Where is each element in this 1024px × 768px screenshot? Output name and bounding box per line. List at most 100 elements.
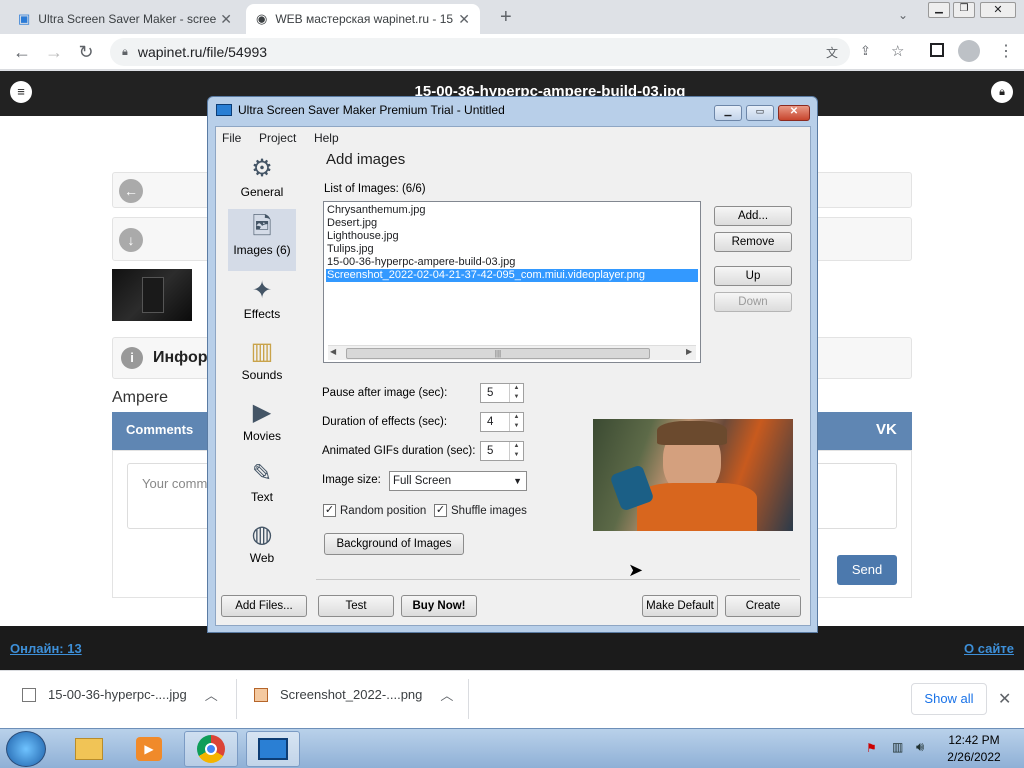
clock[interactable]: 12:42 PM 2/26/2022: [944, 733, 1004, 764]
sidebar-item-general[interactable]: ⚙ General: [228, 151, 296, 209]
eye-icon: ◉: [256, 11, 268, 26]
list-item[interactable]: Desert.jpg: [326, 217, 698, 230]
send-button[interactable]: Send: [837, 555, 897, 585]
forward-icon[interactable]: →: [42, 40, 66, 64]
media-player-icon[interactable]: ▶: [122, 731, 176, 767]
reload-icon[interactable]: ↻: [74, 40, 98, 64]
address-bar[interactable]: 🔒︎ wapinet.ru/file/54993: [110, 38, 850, 66]
side-panel-icon[interactable]: [930, 43, 944, 57]
menu-file[interactable]: File: [222, 131, 241, 145]
download-item-1[interactable]: 15-00-36-hyperpc-....jpg ︿: [22, 685, 218, 704]
background-of-images-button[interactable]: Background of Images: [324, 533, 464, 555]
spinner-arrows-icon[interactable]: ▲ ▼: [509, 384, 523, 402]
explorer-icon[interactable]: [62, 731, 116, 767]
menu-bar: File Project Help: [222, 130, 353, 145]
list-item[interactable]: Screenshot_2022-02-04-21-37-42-095_com.m…: [326, 269, 698, 282]
buy-now-button[interactable]: Buy Now!: [401, 595, 477, 617]
menu-kebab-icon[interactable]: ⋮: [998, 41, 1014, 61]
sidebar-item-web[interactable]: ◍ Web: [228, 517, 296, 575]
up-button[interactable]: Up: [714, 266, 792, 286]
minimize-button[interactable]: ▁: [714, 105, 742, 121]
list-item[interactable]: Lighthouse.jpg: [326, 230, 698, 243]
menu-help[interactable]: Help: [314, 131, 339, 145]
sidebar-item-sounds[interactable]: ▥ Sounds: [228, 334, 296, 392]
spinner-arrows-icon[interactable]: ▲ ▼: [509, 442, 523, 460]
tab-wapinet[interactable]: ◉ WEB мастерская wapinet.ru - 15 ✕: [246, 4, 480, 34]
bookmark-star-icon[interactable]: ☆: [891, 42, 904, 60]
chrome-icon[interactable]: [184, 731, 238, 767]
list-item[interactable]: Tulips.jpg: [326, 243, 698, 256]
app-window: Ultra Screen Saver Maker Premium Trial -…: [207, 96, 818, 633]
browser-toolbar: ← → ↻ 🔒︎ wapinet.ru/file/54993 文 ⇪ ☆ ⋮: [0, 34, 1024, 70]
info-heading: Инфор: [153, 349, 208, 366]
screensaver-app-icon[interactable]: [246, 731, 300, 767]
add-button[interactable]: Add...: [714, 206, 792, 226]
images-listbox[interactable]: Chrysanthemum.jpg Desert.jpg Lighthouse.jp…: [323, 201, 701, 363]
scroll-right-icon[interactable]: ▶: [686, 347, 692, 356]
vk-icon[interactable]: VK: [876, 421, 897, 438]
list-item[interactable]: 15-00-36-hyperpc-ampere-build-03.jpg: [326, 256, 698, 269]
close-button[interactable]: ✕: [778, 105, 810, 121]
file-thumbnail[interactable]: [112, 269, 192, 321]
hamburger-menu-icon[interactable]: ≡: [10, 81, 32, 103]
tab-ultra-screen-saver[interactable]: ▣ Ultra Screen Saver Maker - scree ✕: [8, 4, 242, 34]
random-position-checkbox[interactable]: ✓ Random position: [323, 504, 426, 517]
back-icon[interactable]: ←: [10, 40, 34, 64]
spinner-arrows-icon[interactable]: ▲ ▼: [509, 413, 523, 431]
image-size-select[interactable]: Full Screen ▼: [389, 471, 527, 491]
translate-icon[interactable]: 文: [826, 44, 838, 61]
image-size-value: Full Screen: [393, 475, 452, 487]
share-icon[interactable]: ⇪: [860, 43, 871, 59]
chevron-up-icon[interactable]: ︿: [205, 685, 218, 704]
close-window-button[interactable]: ✕: [980, 2, 1016, 18]
minimize-button[interactable]: ▁: [928, 2, 950, 18]
close-tab-icon[interactable]: ✕: [458, 11, 470, 28]
divider: [236, 679, 237, 719]
profile-avatar[interactable]: [958, 40, 980, 62]
volume-icon[interactable]: 🔊︎: [916, 739, 924, 755]
down-button[interactable]: Down: [714, 292, 792, 312]
network-icon[interactable]: ▥: [892, 740, 903, 754]
scroll-left-icon[interactable]: ◀: [330, 347, 336, 356]
remove-button[interactable]: Remove: [714, 232, 792, 252]
maximize-button[interactable]: ▭: [746, 105, 774, 121]
start-button[interactable]: [6, 731, 46, 767]
chevron-up-icon[interactable]: ︿: [440, 685, 453, 704]
tab-title: Ultra Screen Saver Maker - scree: [38, 12, 217, 26]
test-button[interactable]: Test: [318, 595, 394, 617]
show-all-button[interactable]: Show all: [911, 683, 987, 715]
close-downloads-icon[interactable]: ✕: [998, 689, 1011, 709]
file-title: Ampere: [112, 389, 169, 406]
pause-spinner[interactable]: 5 ▲ ▼: [480, 383, 524, 403]
tab-search-icon[interactable]: ⌄: [898, 8, 908, 22]
list-item[interactable]: Chrysanthemum.jpg: [326, 204, 698, 217]
download-arrow-icon: ↓: [119, 228, 143, 252]
new-tab-icon[interactable]: +: [500, 6, 512, 29]
close-tab-icon[interactable]: ✕: [220, 11, 232, 28]
pen-icon: ✎: [251, 460, 273, 487]
gif-duration-value: 5: [487, 445, 494, 457]
online-link[interactable]: Онлайн: 13: [10, 641, 82, 656]
download-item-2[interactable]: Screenshot_2022-....png ︿: [254, 685, 453, 704]
restore-button[interactable]: ❐: [953, 2, 975, 18]
sidebar-item-movies[interactable]: ▶ Movies: [228, 395, 296, 453]
sidebar-item-label: Web: [249, 551, 275, 565]
app-monitor-icon: [216, 104, 232, 116]
effects-duration-spinner[interactable]: 4 ▲ ▼: [480, 412, 524, 432]
lock-icon[interactable]: 🔒︎: [991, 81, 1013, 103]
about-link[interactable]: О сайте: [964, 641, 1014, 656]
scroll-thumb[interactable]: |||: [346, 348, 650, 359]
sidebar-item-effects[interactable]: ✦ Effects: [228, 273, 296, 331]
back-arrow-icon: ←: [119, 179, 143, 203]
window-title-bar[interactable]: Ultra Screen Saver Maker Premium Trial -…: [216, 103, 505, 117]
horizontal-scrollbar[interactable]: ◀ ||| ▶: [328, 345, 696, 360]
gif-duration-spinner[interactable]: 5 ▲ ▼: [480, 441, 524, 461]
create-button[interactable]: Create: [725, 595, 801, 617]
shuffle-images-checkbox[interactable]: ✓ Shuffle images: [434, 504, 527, 517]
sidebar-item-images[interactable]: 🖻 Images (6): [228, 209, 296, 271]
make-default-button[interactable]: Make Default: [642, 595, 718, 617]
add-files-button[interactable]: Add Files...: [221, 595, 307, 617]
network-flag-icon[interactable]: ⚑: [866, 741, 877, 755]
sidebar-item-text[interactable]: ✎ Text: [228, 456, 296, 514]
menu-project[interactable]: Project: [259, 131, 296, 145]
